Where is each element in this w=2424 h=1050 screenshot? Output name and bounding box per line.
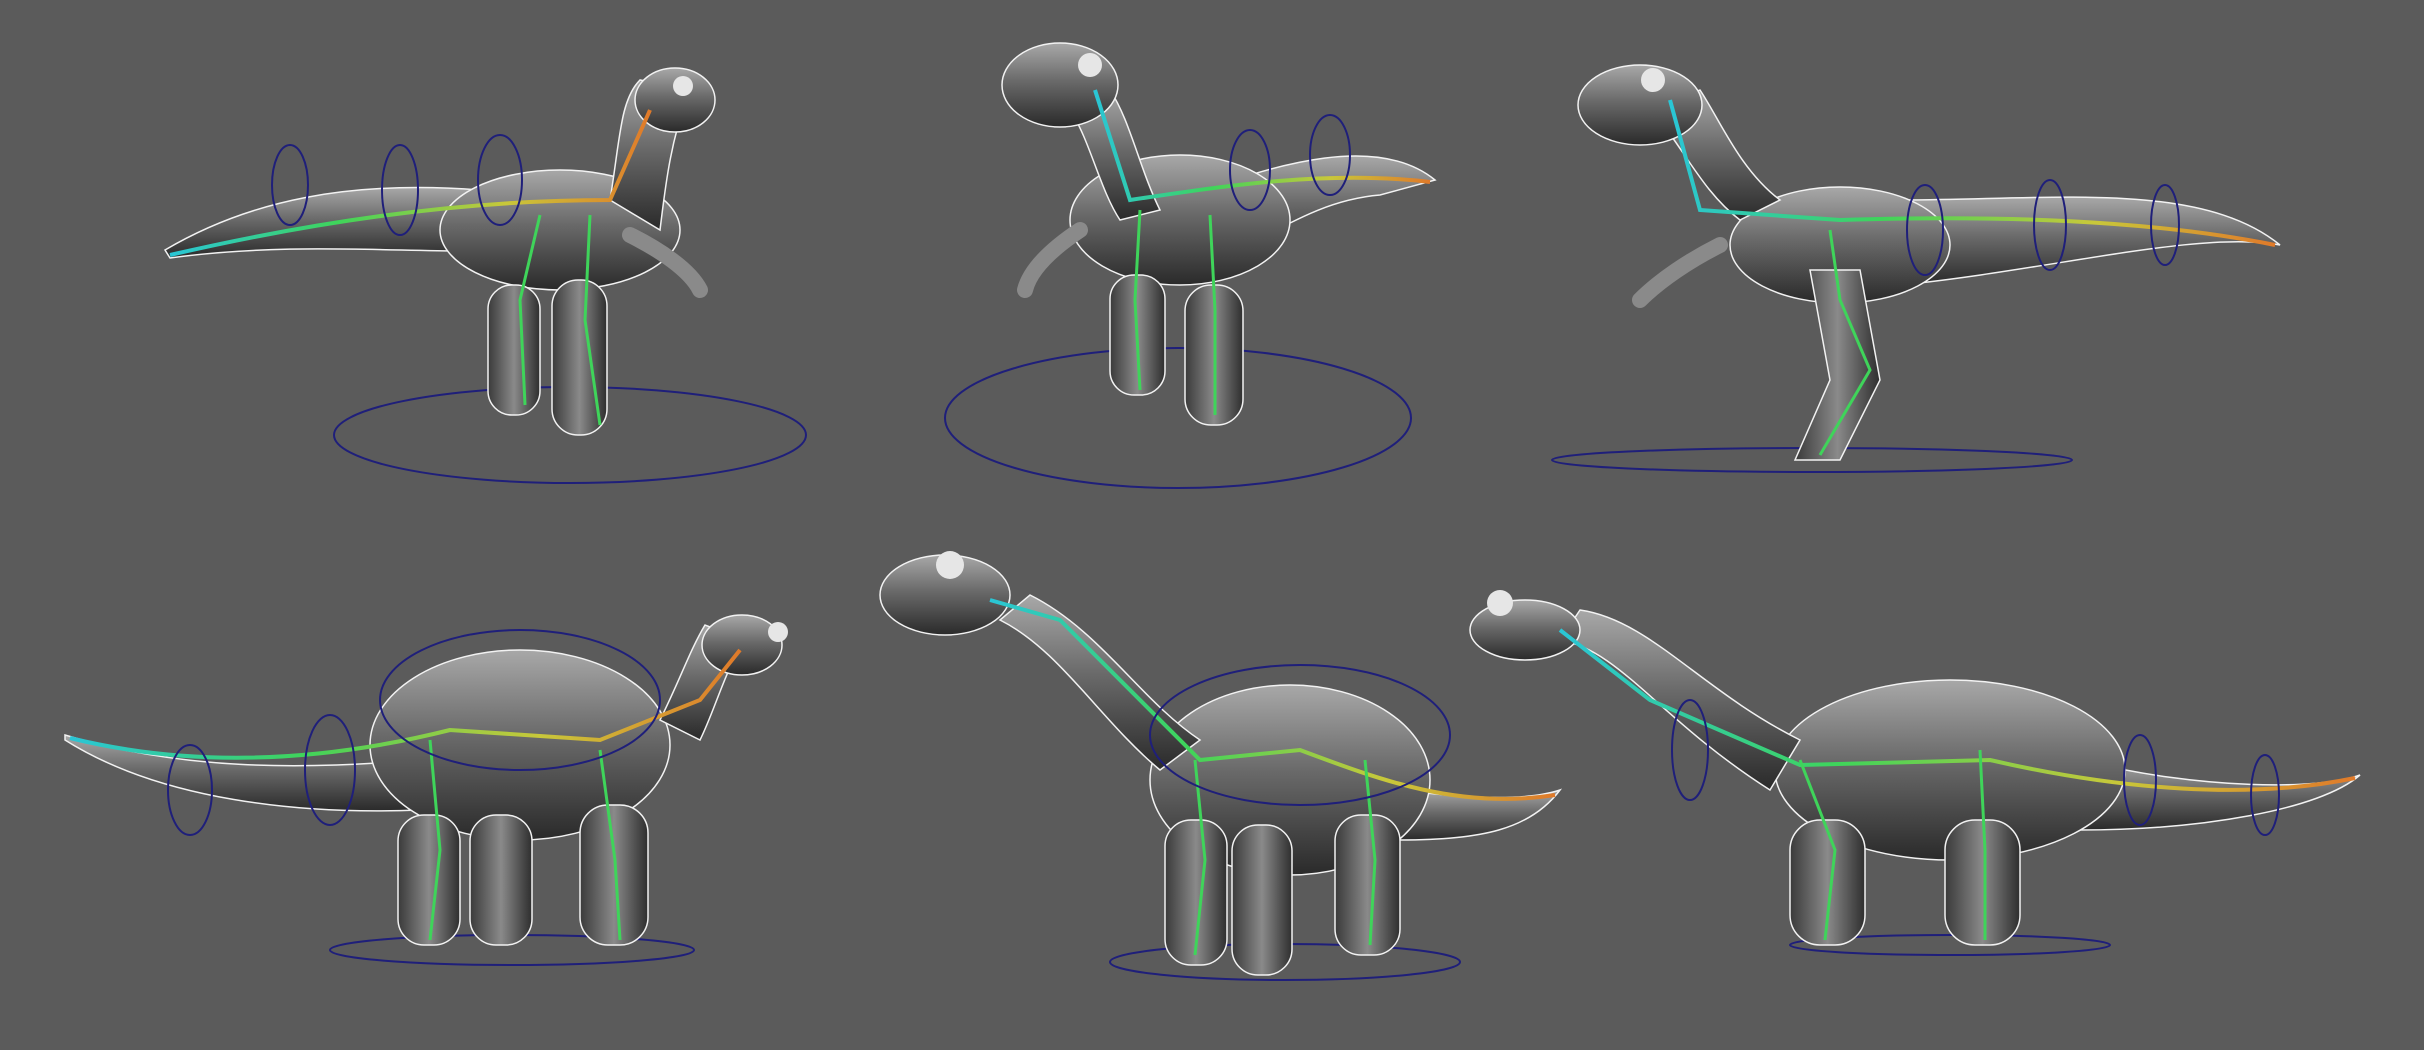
raptor-front-left xyxy=(944,42,1437,489)
leg-back xyxy=(1334,814,1401,956)
raptor-side xyxy=(1551,64,2281,473)
arm xyxy=(1632,237,1728,308)
eye xyxy=(1641,68,1665,92)
eye xyxy=(673,76,693,96)
sauropod-front-quarter xyxy=(879,551,1563,981)
arm xyxy=(1017,222,1088,298)
eye xyxy=(1487,590,1513,616)
sauropod-rear-quarter xyxy=(64,614,788,966)
tail xyxy=(1899,196,2281,286)
neck xyxy=(998,594,1202,771)
leg-left xyxy=(487,284,541,416)
head xyxy=(1577,64,1703,146)
leg-back xyxy=(1944,819,2021,946)
leg-front-right xyxy=(1231,824,1293,976)
eye xyxy=(1078,53,1102,77)
sauropod-side xyxy=(1469,590,2361,956)
viewport-scene xyxy=(0,0,2424,1050)
head xyxy=(1001,42,1119,128)
leg-front xyxy=(579,804,649,946)
ground-control-circle xyxy=(944,347,1412,489)
neck xyxy=(1558,609,1802,792)
eye xyxy=(936,551,964,579)
eye xyxy=(768,622,788,642)
head xyxy=(634,67,716,133)
head xyxy=(701,614,783,676)
raptor-front-quarter xyxy=(163,67,807,484)
leg-back-right xyxy=(469,814,533,946)
head xyxy=(1469,599,1581,661)
leg-back-left xyxy=(397,814,461,946)
